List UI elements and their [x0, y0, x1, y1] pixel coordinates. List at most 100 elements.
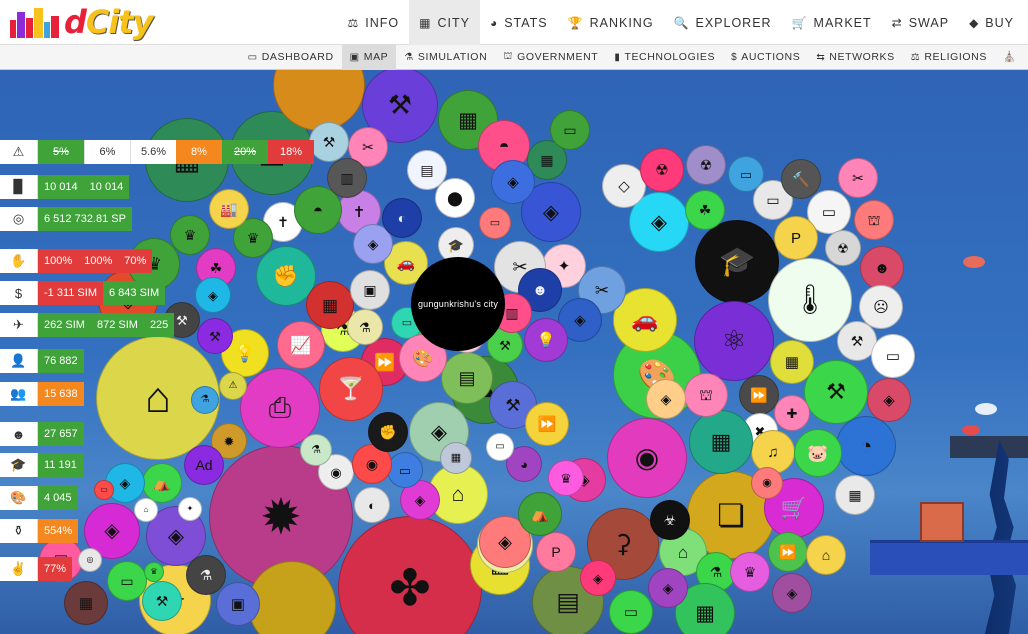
subnav-dashboard[interactable]: ▭ DASHBOARD — [240, 45, 342, 70]
building-bubble[interactable]: ⛫ — [684, 373, 728, 417]
building-bubble[interactable]: ☢ — [686, 145, 726, 185]
building-bubble[interactable]: Ad — [184, 445, 224, 485]
nav-explorer[interactable]: 🔍 EXPLORER — [664, 0, 782, 45]
building-bubble[interactable]: ▦ — [64, 581, 108, 625]
building-bubble[interactable]: ♛ — [144, 562, 164, 582]
building-bubble[interactable]: ✦ — [178, 497, 202, 521]
building-bubble[interactable]: 🔨 — [781, 159, 821, 199]
building-bubble[interactable]: ✊ — [368, 412, 408, 452]
building-bubble[interactable]: ▦ — [306, 281, 354, 329]
building-bubble[interactable]: ◈ — [648, 568, 688, 608]
building-bubble[interactable]: ⚒ — [142, 581, 182, 621]
building-bubble[interactable]: ▭ — [609, 590, 653, 634]
nav-swap[interactable]: ⇄ SWAP — [882, 0, 959, 45]
city-map[interactable]: ⌂✹✤⎙▦▦🎓🌡🎨⚛◉❏⚒✊◈◈✈▤☁⚳🛒◔◈▦⬤✝✝◈🚗▦⌂◈✦✂✂◈☻💡▤⚒… — [0, 70, 1028, 634]
building-bubble[interactable]: ☢ — [825, 230, 861, 266]
subnav-simulation[interactable]: ⚗ SIMULATION — [396, 45, 495, 70]
building-bubble[interactable]: ▦ — [835, 475, 875, 515]
building-bubble[interactable]: ☢ — [640, 148, 684, 192]
building-bubble[interactable]: ◈ — [772, 573, 812, 613]
logo-buildings-icon — [10, 6, 60, 38]
building-bubble[interactable]: ⚒ — [804, 360, 868, 424]
building-bubble[interactable]: ⚒ — [309, 122, 349, 162]
subnav-religions[interactable]: ⚖ RELIGIONS — [903, 45, 995, 70]
building-bubble[interactable]: ▭ — [94, 480, 114, 500]
building-bubble[interactable]: ▭ — [387, 452, 423, 488]
building-bubble[interactable]: ▭ — [479, 207, 511, 239]
subnav-networks[interactable]: ⇆ NETWORKS — [808, 45, 902, 70]
building-bubble[interactable]: ☣ — [650, 500, 690, 540]
nav-stats[interactable]: ◕ STATS — [480, 0, 558, 45]
dcity-logo[interactable]: dCity — [10, 2, 154, 42]
nav-ranking[interactable]: 🏆 RANKING — [558, 0, 664, 45]
nav-info[interactable]: ⚖ INFO — [338, 0, 410, 45]
city-center-bubble[interactable]: gungunkrishu's city — [411, 257, 505, 351]
building-bubble[interactable]: ⚗ — [186, 555, 226, 595]
building-bubble[interactable]: ▣ — [216, 582, 260, 626]
building-bubble[interactable]: ♛ — [548, 460, 584, 496]
building-bubble[interactable]: 🎓 — [695, 220, 779, 304]
building-bubble[interactable]: ♛ — [730, 552, 770, 592]
stat-value: -1 311 SIM — [38, 281, 103, 305]
building-bubble[interactable]: ⌂ — [134, 498, 158, 522]
building-bubble[interactable]: ▦ — [689, 410, 753, 474]
building-bubble[interactable]: ⏩ — [739, 375, 779, 415]
nav-market[interactable]: 🛒 MARKET — [782, 0, 882, 45]
subnav-more[interactable]: ⛪ — [995, 45, 1028, 70]
building-bubble[interactable]: ♛ — [170, 215, 210, 255]
building-bubble[interactable]: ☘ — [685, 190, 725, 230]
building-bubble[interactable]: 🏭 — [209, 189, 249, 229]
building-bubble[interactable]: ☻ — [860, 246, 904, 290]
building-bubble[interactable]: ▣ — [350, 270, 390, 310]
building-bubble[interactable]: ◈ — [580, 560, 616, 596]
building-bubble[interactable]: ◉ — [607, 418, 687, 498]
subnav-map[interactable]: ▣ MAP — [341, 44, 397, 70]
building-bubble[interactable]: P — [774, 216, 818, 260]
building-bubble[interactable]: ◎ — [78, 548, 102, 572]
building-bubble[interactable]: ✂ — [838, 158, 878, 198]
subnav-technologies[interactable]: ▮ TECHNOLOGIES — [606, 45, 723, 70]
building-bubble[interactable]: ✚ — [774, 395, 810, 431]
building-bubble[interactable]: ▦ — [440, 442, 472, 474]
building-bubble[interactable]: ⛺ — [518, 492, 562, 536]
building-bubble[interactable]: ◐ — [382, 198, 422, 238]
building-bubble[interactable]: P — [536, 532, 576, 572]
building-bubble[interactable]: ⚗ — [347, 309, 383, 345]
building-bubble[interactable]: ⛺ — [142, 463, 182, 503]
building-bubble[interactable]: ▤ — [407, 150, 447, 190]
building-bubble[interactable]: ⏩ — [768, 532, 808, 572]
building-bubble[interactable]: ◐ — [354, 487, 390, 523]
building-bubble[interactable]: ◈ — [646, 379, 686, 419]
building-bubble[interactable]: ▤ — [441, 352, 493, 404]
building-bubble[interactable]: ◈ — [867, 378, 911, 422]
building-bubble[interactable]: ◈ — [491, 160, 535, 204]
building-bubble[interactable]: ⚠ — [219, 372, 247, 400]
building-bubble[interactable]: ⌂ — [806, 535, 846, 575]
building-bubble[interactable]: ▭ — [550, 110, 590, 150]
building-bubble[interactable]: ◉ — [751, 467, 783, 499]
building-bubble[interactable]: 📈 — [277, 321, 325, 369]
building-bubble[interactable]: ▭ — [486, 433, 514, 461]
building-bubble[interactable]: ▭ — [871, 334, 915, 378]
building-bubble[interactable]: ⚗ — [300, 434, 332, 466]
building-bubble[interactable]: ⚒ — [197, 318, 233, 354]
building-bubble[interactable]: ⚛ — [694, 301, 774, 381]
building-bubble[interactable]: 🐷 — [794, 429, 842, 477]
building-bubble[interactable]: 🍸 — [319, 357, 383, 421]
building-bubble[interactable]: ▦ — [770, 340, 814, 384]
building-bubble[interactable]: 💡 — [524, 318, 568, 362]
nav-buy[interactable]: ◆ BUY — [959, 0, 1024, 45]
subnav-government[interactable]: ⛫ GOVERNMENT — [495, 45, 606, 70]
building-bubble[interactable]: ✤ — [338, 516, 482, 634]
stat-value: 27 657 — [38, 422, 84, 446]
nav-label: INFO — [365, 15, 400, 30]
subnav-auctions[interactable]: $ AUCTIONS — [723, 45, 808, 70]
building-bubble[interactable]: ▭ — [107, 561, 147, 601]
building-bubble[interactable]: ⛫ — [854, 200, 894, 240]
building-bubble[interactable]: ◈ — [195, 277, 231, 313]
building-bubble[interactable]: ▥ — [327, 158, 367, 198]
building-bubble[interactable]: ◔ — [836, 416, 896, 476]
building-bubble[interactable]: ⏩ — [525, 402, 569, 446]
nav-city[interactable]: ▦ CITY — [409, 0, 480, 45]
building-bubble[interactable]: ⚗ — [191, 386, 219, 414]
